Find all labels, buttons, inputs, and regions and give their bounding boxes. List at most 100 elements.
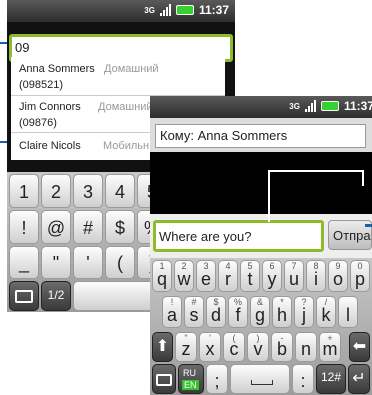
key[interactable]: _ bbox=[9, 246, 39, 279]
key-label: a bbox=[166, 305, 177, 325]
key[interactable]: n bbox=[295, 332, 317, 362]
key[interactable]: @ bbox=[41, 210, 71, 244]
key[interactable]: ) v bbox=[247, 332, 269, 362]
key-label: ( bbox=[117, 253, 123, 273]
key-label: r bbox=[225, 269, 231, 289]
key-label: ' bbox=[86, 253, 90, 273]
space-icon bbox=[251, 380, 273, 385]
key-label: m bbox=[322, 339, 338, 359]
key-label: t bbox=[247, 269, 253, 289]
callout-line-vertical bbox=[268, 170, 270, 222]
key[interactable]: $ bbox=[105, 210, 135, 244]
key[interactable]: 5t bbox=[240, 260, 260, 292]
callout-dot bbox=[365, 224, 372, 227]
key-label: h bbox=[276, 305, 287, 325]
key[interactable]: 9o bbox=[328, 260, 348, 292]
colon-key[interactable]: : bbox=[292, 364, 314, 394]
network-3g-icon: 3G bbox=[144, 5, 155, 15]
shift-icon: ⬆ bbox=[155, 338, 170, 355]
key[interactable]: 0p bbox=[350, 260, 370, 292]
key-label: j bbox=[302, 305, 306, 325]
callout-line-horizontal bbox=[268, 170, 364, 172]
clock: 11:37 bbox=[198, 3, 229, 17]
key[interactable]: 6y bbox=[262, 260, 282, 292]
key[interactable]: 4r bbox=[218, 260, 238, 292]
key[interactable]: / k bbox=[316, 296, 336, 328]
key-label: q bbox=[156, 269, 167, 289]
key-label: o bbox=[332, 269, 343, 289]
key-label: g bbox=[254, 305, 265, 325]
key-label: c bbox=[229, 339, 239, 359]
key[interactable]: $ d bbox=[206, 296, 226, 328]
key[interactable]: " z bbox=[175, 332, 197, 362]
enter-key[interactable]: ↵ bbox=[348, 364, 370, 394]
backspace-key[interactable]: ⬅ bbox=[349, 332, 370, 362]
key[interactable]: 2 bbox=[41, 174, 71, 208]
page-switch-button[interactable]: 1/2 bbox=[41, 281, 71, 311]
key-label: d bbox=[210, 305, 221, 325]
key-label: w bbox=[177, 269, 191, 289]
symbols-button[interactable]: 12# bbox=[316, 364, 346, 394]
key[interactable]: (c bbox=[223, 332, 245, 362]
enter-icon: ↵ bbox=[352, 370, 366, 387]
space-key[interactable] bbox=[230, 364, 290, 394]
backspace-icon: ⬅ bbox=[352, 338, 367, 355]
list-item[interactable]: Anna Sommers Домашний (098521) bbox=[11, 57, 225, 96]
key-label: y bbox=[267, 269, 277, 289]
keyboard-settings-button[interactable] bbox=[152, 364, 176, 394]
key[interactable]: -b bbox=[271, 332, 293, 362]
key-label: x bbox=[205, 339, 215, 359]
key-label: l bbox=[346, 305, 350, 325]
key-label: _ bbox=[18, 253, 29, 273]
key[interactable]: " bbox=[41, 246, 71, 279]
key-label: p bbox=[354, 269, 365, 289]
keyboard-settings-button[interactable] bbox=[9, 281, 39, 311]
keyboard-icon bbox=[156, 374, 172, 386]
key[interactable]: * h bbox=[272, 296, 292, 328]
message-input[interactable]: Where are you? bbox=[153, 220, 324, 252]
key-label: 1 bbox=[18, 182, 29, 202]
key[interactable]: & g bbox=[250, 296, 270, 328]
status-bar: 3G 11:37 bbox=[150, 96, 372, 118]
key[interactable]: ! a bbox=[162, 296, 182, 328]
key[interactable]: ' bbox=[73, 246, 103, 279]
key[interactable]: ! bbox=[9, 210, 39, 244]
key[interactable]: 4 bbox=[105, 174, 135, 208]
key[interactable]: l bbox=[338, 296, 358, 328]
key-label: 3 bbox=[82, 182, 93, 202]
key[interactable]: 2w bbox=[174, 260, 194, 292]
key[interactable]: ( bbox=[105, 246, 135, 279]
key-label: ! bbox=[21, 218, 27, 238]
key[interactable]: ' x bbox=[199, 332, 221, 362]
battery-icon bbox=[320, 101, 339, 111]
key-label: $ bbox=[114, 218, 125, 238]
key[interactable]: 7u bbox=[284, 260, 304, 292]
key-label: 2 bbox=[50, 182, 61, 202]
shift-key[interactable]: ⬆ bbox=[152, 332, 173, 362]
callout-line-down bbox=[362, 170, 364, 186]
key[interactable]: 3 bbox=[73, 174, 103, 208]
key-label: f bbox=[235, 305, 241, 325]
signal-icon bbox=[304, 100, 316, 112]
status-bar: 3G 11:37 bbox=[7, 0, 235, 22]
key[interactable]: + m bbox=[319, 332, 341, 362]
message-history bbox=[150, 152, 372, 214]
to-field[interactable]: Кому: Anna Sommers bbox=[155, 124, 366, 148]
key[interactable]: # s bbox=[184, 296, 204, 328]
key[interactable]: 3e bbox=[196, 260, 216, 292]
key[interactable]: 1 bbox=[9, 174, 39, 208]
semicolon-key[interactable]: ; bbox=[206, 364, 228, 394]
key-label: 4 bbox=[114, 182, 125, 202]
language-switch-button[interactable]: RU EN bbox=[178, 364, 204, 394]
key-label: " bbox=[52, 253, 60, 273]
key-label: v bbox=[253, 339, 263, 359]
battery-icon bbox=[175, 5, 194, 15]
key[interactable]: ? j bbox=[294, 296, 314, 328]
key[interactable]: # bbox=[73, 210, 103, 244]
key[interactable]: % f bbox=[228, 296, 248, 328]
key-label: i bbox=[314, 269, 318, 289]
key[interactable]: 1q bbox=[152, 260, 172, 292]
key[interactable]: 8i bbox=[306, 260, 326, 292]
key-label: z bbox=[181, 339, 191, 359]
signal-icon bbox=[159, 4, 171, 16]
